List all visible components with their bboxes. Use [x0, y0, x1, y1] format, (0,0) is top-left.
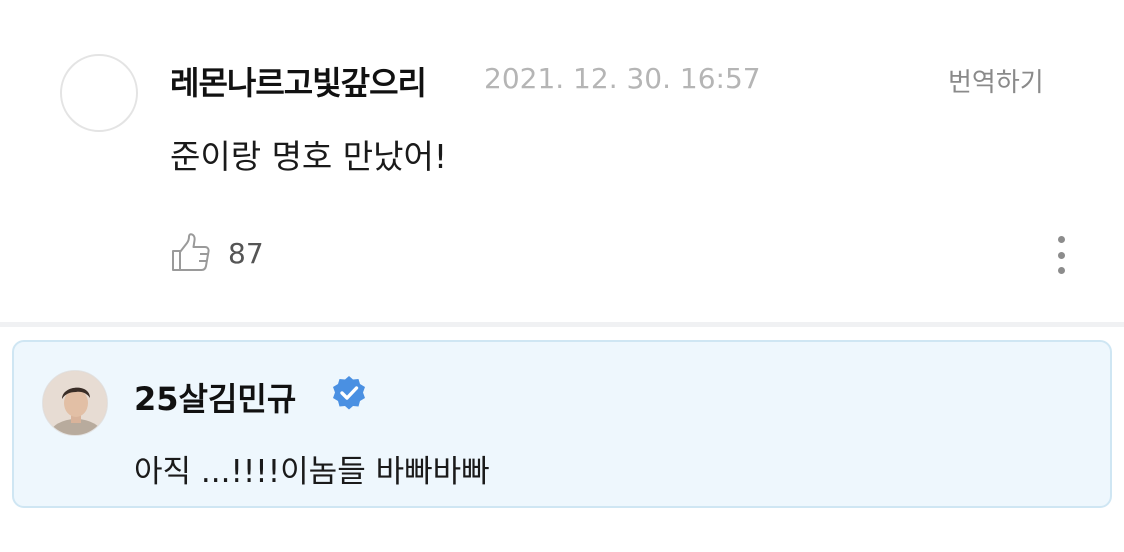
comment-text: 준이랑 명호 만났어! — [170, 137, 448, 176]
artist-reply-card: 25살김민규 아직 ...!!!!이놈들 바빠바빠 — [12, 340, 1112, 508]
comment-avatar[interactable] — [60, 54, 138, 132]
comment-timestamp: 2021. 12. 30. 16:57 — [484, 62, 761, 95]
more-options-button[interactable] — [1044, 232, 1078, 278]
reply-author-name[interactable]: 25살김민규 — [134, 374, 296, 420]
profile-photo-icon — [43, 371, 107, 435]
section-divider — [0, 322, 1124, 327]
thumbs-up-icon — [172, 233, 210, 271]
more-vertical-icon — [1057, 236, 1065, 243]
reply-avatar[interactable] — [42, 370, 108, 436]
comment-card: 레몬나르고빛갚으리 2021. 12. 30. 16:57 번역하기 준이랑 명… — [0, 0, 1124, 322]
translate-button[interactable]: 번역하기 — [948, 62, 1044, 99]
reply-text: 아직 ...!!!!이놈들 바빠바빠 — [134, 454, 490, 490]
like-button[interactable]: 87 — [170, 228, 264, 278]
like-count: 87 — [228, 236, 264, 270]
verified-badge-icon — [333, 376, 365, 410]
comment-author-name[interactable]: 레몬나르고빛갚으리 — [170, 58, 427, 104]
